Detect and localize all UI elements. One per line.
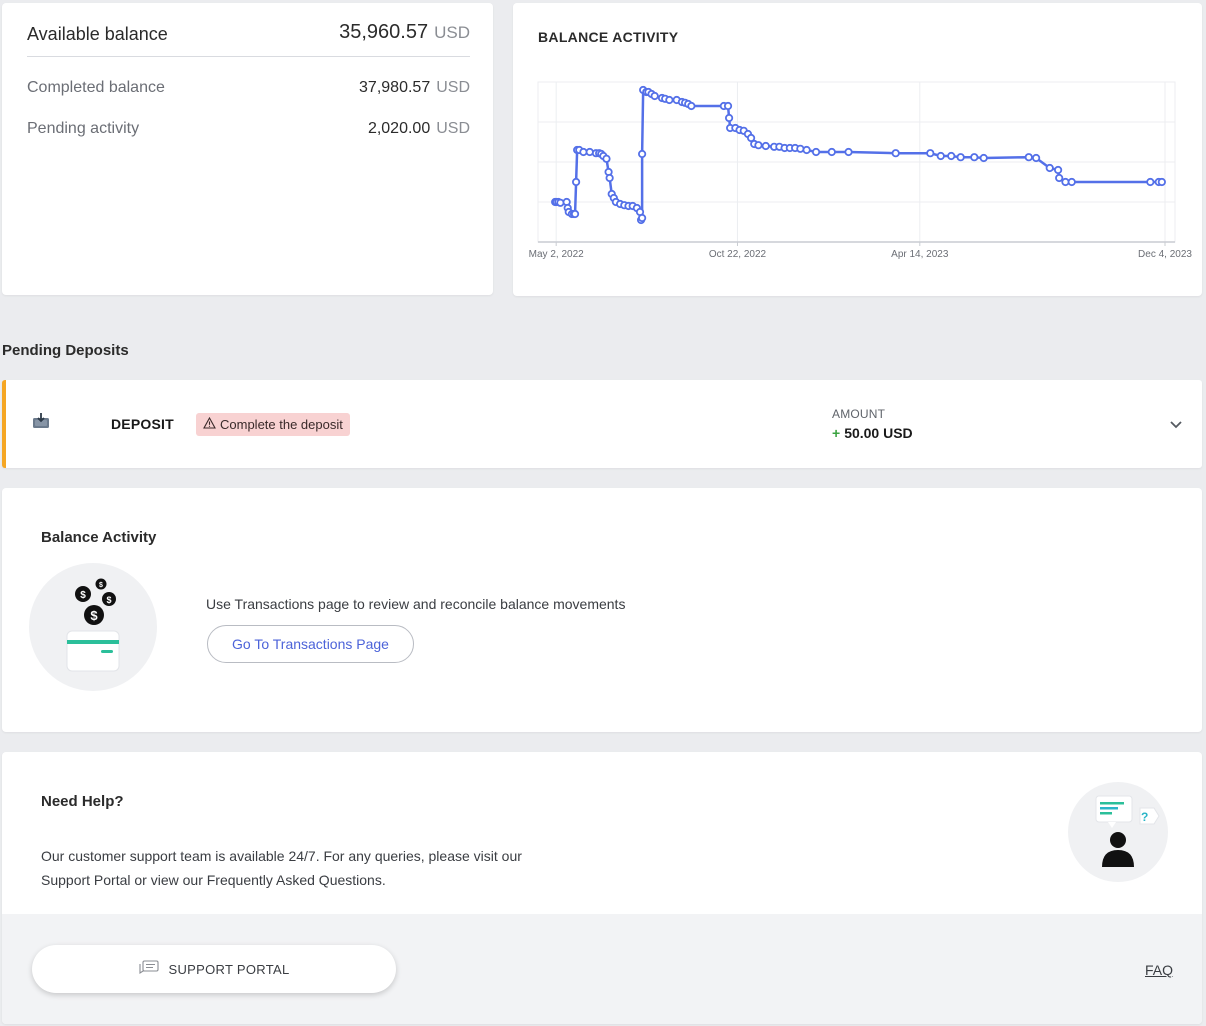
coins-icon: $ $ $ $ bbox=[29, 563, 157, 691]
svg-text:$: $ bbox=[80, 590, 86, 601]
completed-balance-value: 37,980.57 bbox=[359, 79, 431, 96]
chart-data-point bbox=[605, 173, 614, 183]
need-help-text-line: Our customer support team is available 2… bbox=[41, 848, 522, 864]
chart-data-point bbox=[687, 101, 696, 111]
chart-x-tick-label: Dec 4, 2023 bbox=[1138, 249, 1192, 260]
chart-data-point bbox=[570, 209, 580, 219]
chart-data-point bbox=[1024, 153, 1033, 162]
chart-data-point bbox=[638, 149, 647, 159]
balance-activity-chart: May 2, 2022 Oct 22, 2022 Apr 14, 2023 Dec 4… bbox=[529, 81, 1192, 260]
amount-sign: + bbox=[832, 425, 841, 441]
chart-data-point bbox=[947, 151, 956, 161]
pending-activity-row: Pending activity 2,020.00 USD bbox=[27, 120, 470, 138]
balance-activity-chart-card: BALANCE ACTIVITY May 2, 2022 Oct 22, 2022… bbox=[513, 3, 1202, 296]
complete-deposit-badge-text: Complete the deposit bbox=[220, 417, 343, 432]
pending-activity-value: 2,020.00 bbox=[367, 120, 431, 137]
chart-series-line bbox=[554, 88, 1162, 222]
svg-text:$: $ bbox=[106, 595, 111, 605]
completed-balance-label: Completed balance bbox=[27, 79, 165, 96]
chart-data-point bbox=[956, 153, 965, 162]
chevron-down-icon[interactable] bbox=[1169, 417, 1183, 435]
chart-x-tick-label: May 2, 2022 bbox=[529, 249, 584, 260]
balance-activity-title: Balance Activity bbox=[41, 529, 157, 546]
deposit-type-label: DEPOSIT bbox=[111, 416, 174, 432]
pending-deposits-title: Pending Deposits bbox=[2, 342, 129, 359]
chart-data-point bbox=[970, 153, 979, 162]
need-help-title: Need Help? bbox=[41, 793, 124, 810]
chart-data-point bbox=[1146, 177, 1155, 187]
chart-data-point bbox=[754, 141, 763, 150]
chart-data-point bbox=[723, 101, 733, 111]
completed-balance-amount: 37,980.57 USD bbox=[359, 79, 470, 97]
chart-data-point bbox=[796, 144, 805, 153]
deposit-icon bbox=[32, 413, 50, 434]
pending-activity-amount: 2,020.00 USD bbox=[368, 120, 470, 138]
svg-text:$: $ bbox=[99, 582, 103, 589]
amount-label: AMOUNT bbox=[832, 407, 886, 421]
go-to-transactions-button[interactable]: Go To Transactions Page bbox=[207, 625, 414, 663]
amount-value: +50.00 USD bbox=[832, 425, 913, 441]
completed-balance-currency: USD bbox=[436, 79, 470, 96]
svg-text:$: $ bbox=[90, 608, 98, 623]
completed-balance-row: Completed balance 37,980.57 USD bbox=[27, 79, 470, 97]
chart-data-point bbox=[1054, 165, 1063, 175]
chart-x-tick-label: Apr 14, 2023 bbox=[891, 249, 949, 260]
need-help-text-line: Support Portal or view our Frequently As… bbox=[41, 872, 386, 888]
chart-data-point bbox=[761, 141, 770, 151]
chart-data-point bbox=[572, 177, 581, 187]
chart-data-point bbox=[979, 153, 988, 163]
available-balance-row: Available balance 35,960.57 USD bbox=[27, 21, 470, 57]
balance-activity-description: Use Transactions page to review and reco… bbox=[206, 596, 626, 612]
available-balance-label: Available balance bbox=[27, 24, 168, 44]
warning-icon bbox=[203, 416, 216, 432]
chart-data-point bbox=[827, 147, 836, 157]
chart-data-point bbox=[926, 149, 935, 158]
chart-x-tick-label: Oct 22, 2022 bbox=[709, 249, 767, 260]
svg-text:?: ? bbox=[1141, 810, 1148, 824]
pending-activity-currency: USD bbox=[436, 120, 470, 137]
support-person-icon: ? bbox=[1068, 782, 1168, 882]
chart-data-point bbox=[650, 91, 659, 101]
chart-data-point bbox=[1045, 163, 1054, 173]
chart-data-point bbox=[1055, 173, 1064, 183]
chart-data-point bbox=[844, 147, 853, 157]
chart-data-point bbox=[802, 145, 811, 155]
amount-figure: 50.00 USD bbox=[844, 425, 913, 441]
available-balance-currency: USD bbox=[434, 23, 470, 42]
need-help-footer: SUPPORT PORTAL FAQ bbox=[2, 914, 1202, 1024]
available-balance-amount: 35,960.57 USD bbox=[339, 21, 470, 44]
chat-icon bbox=[138, 959, 159, 979]
faq-link[interactable]: FAQ bbox=[1145, 962, 1173, 978]
chart-data-point bbox=[602, 154, 611, 163]
chart-data-point bbox=[665, 95, 674, 105]
support-portal-label: SUPPORT PORTAL bbox=[168, 961, 290, 977]
need-help-card: Need Help? Our customer support team is … bbox=[2, 752, 1202, 1024]
complete-deposit-badge[interactable]: Complete the deposit bbox=[196, 413, 350, 436]
balance-summary-card: Available balance 35,960.57 USD Completed… bbox=[2, 3, 493, 295]
chart-data-point bbox=[891, 149, 900, 158]
chart-data-point bbox=[1157, 177, 1166, 187]
pending-activity-label: Pending activity bbox=[27, 120, 140, 137]
available-balance-value: 35,960.57 bbox=[339, 21, 429, 43]
chart-data-point bbox=[724, 113, 734, 123]
chart-data-point bbox=[1032, 153, 1041, 163]
chart-data-point bbox=[811, 147, 821, 157]
chart-data-point bbox=[585, 147, 594, 157]
chart-data-point bbox=[1067, 177, 1076, 187]
chart-data-point bbox=[936, 151, 945, 161]
support-portal-button[interactable]: SUPPORT PORTAL bbox=[32, 945, 396, 993]
chart-data-point bbox=[638, 213, 647, 223]
balance-activity-card: Balance Activity $ $ $ $ Use Transaction… bbox=[2, 488, 1202, 732]
chart-data-point bbox=[556, 198, 565, 207]
need-help-description: Our customer support team is available 2… bbox=[41, 844, 561, 892]
pending-deposit-row[interactable]: DEPOSIT Complete the deposit AMOUNT +50.… bbox=[2, 380, 1202, 468]
